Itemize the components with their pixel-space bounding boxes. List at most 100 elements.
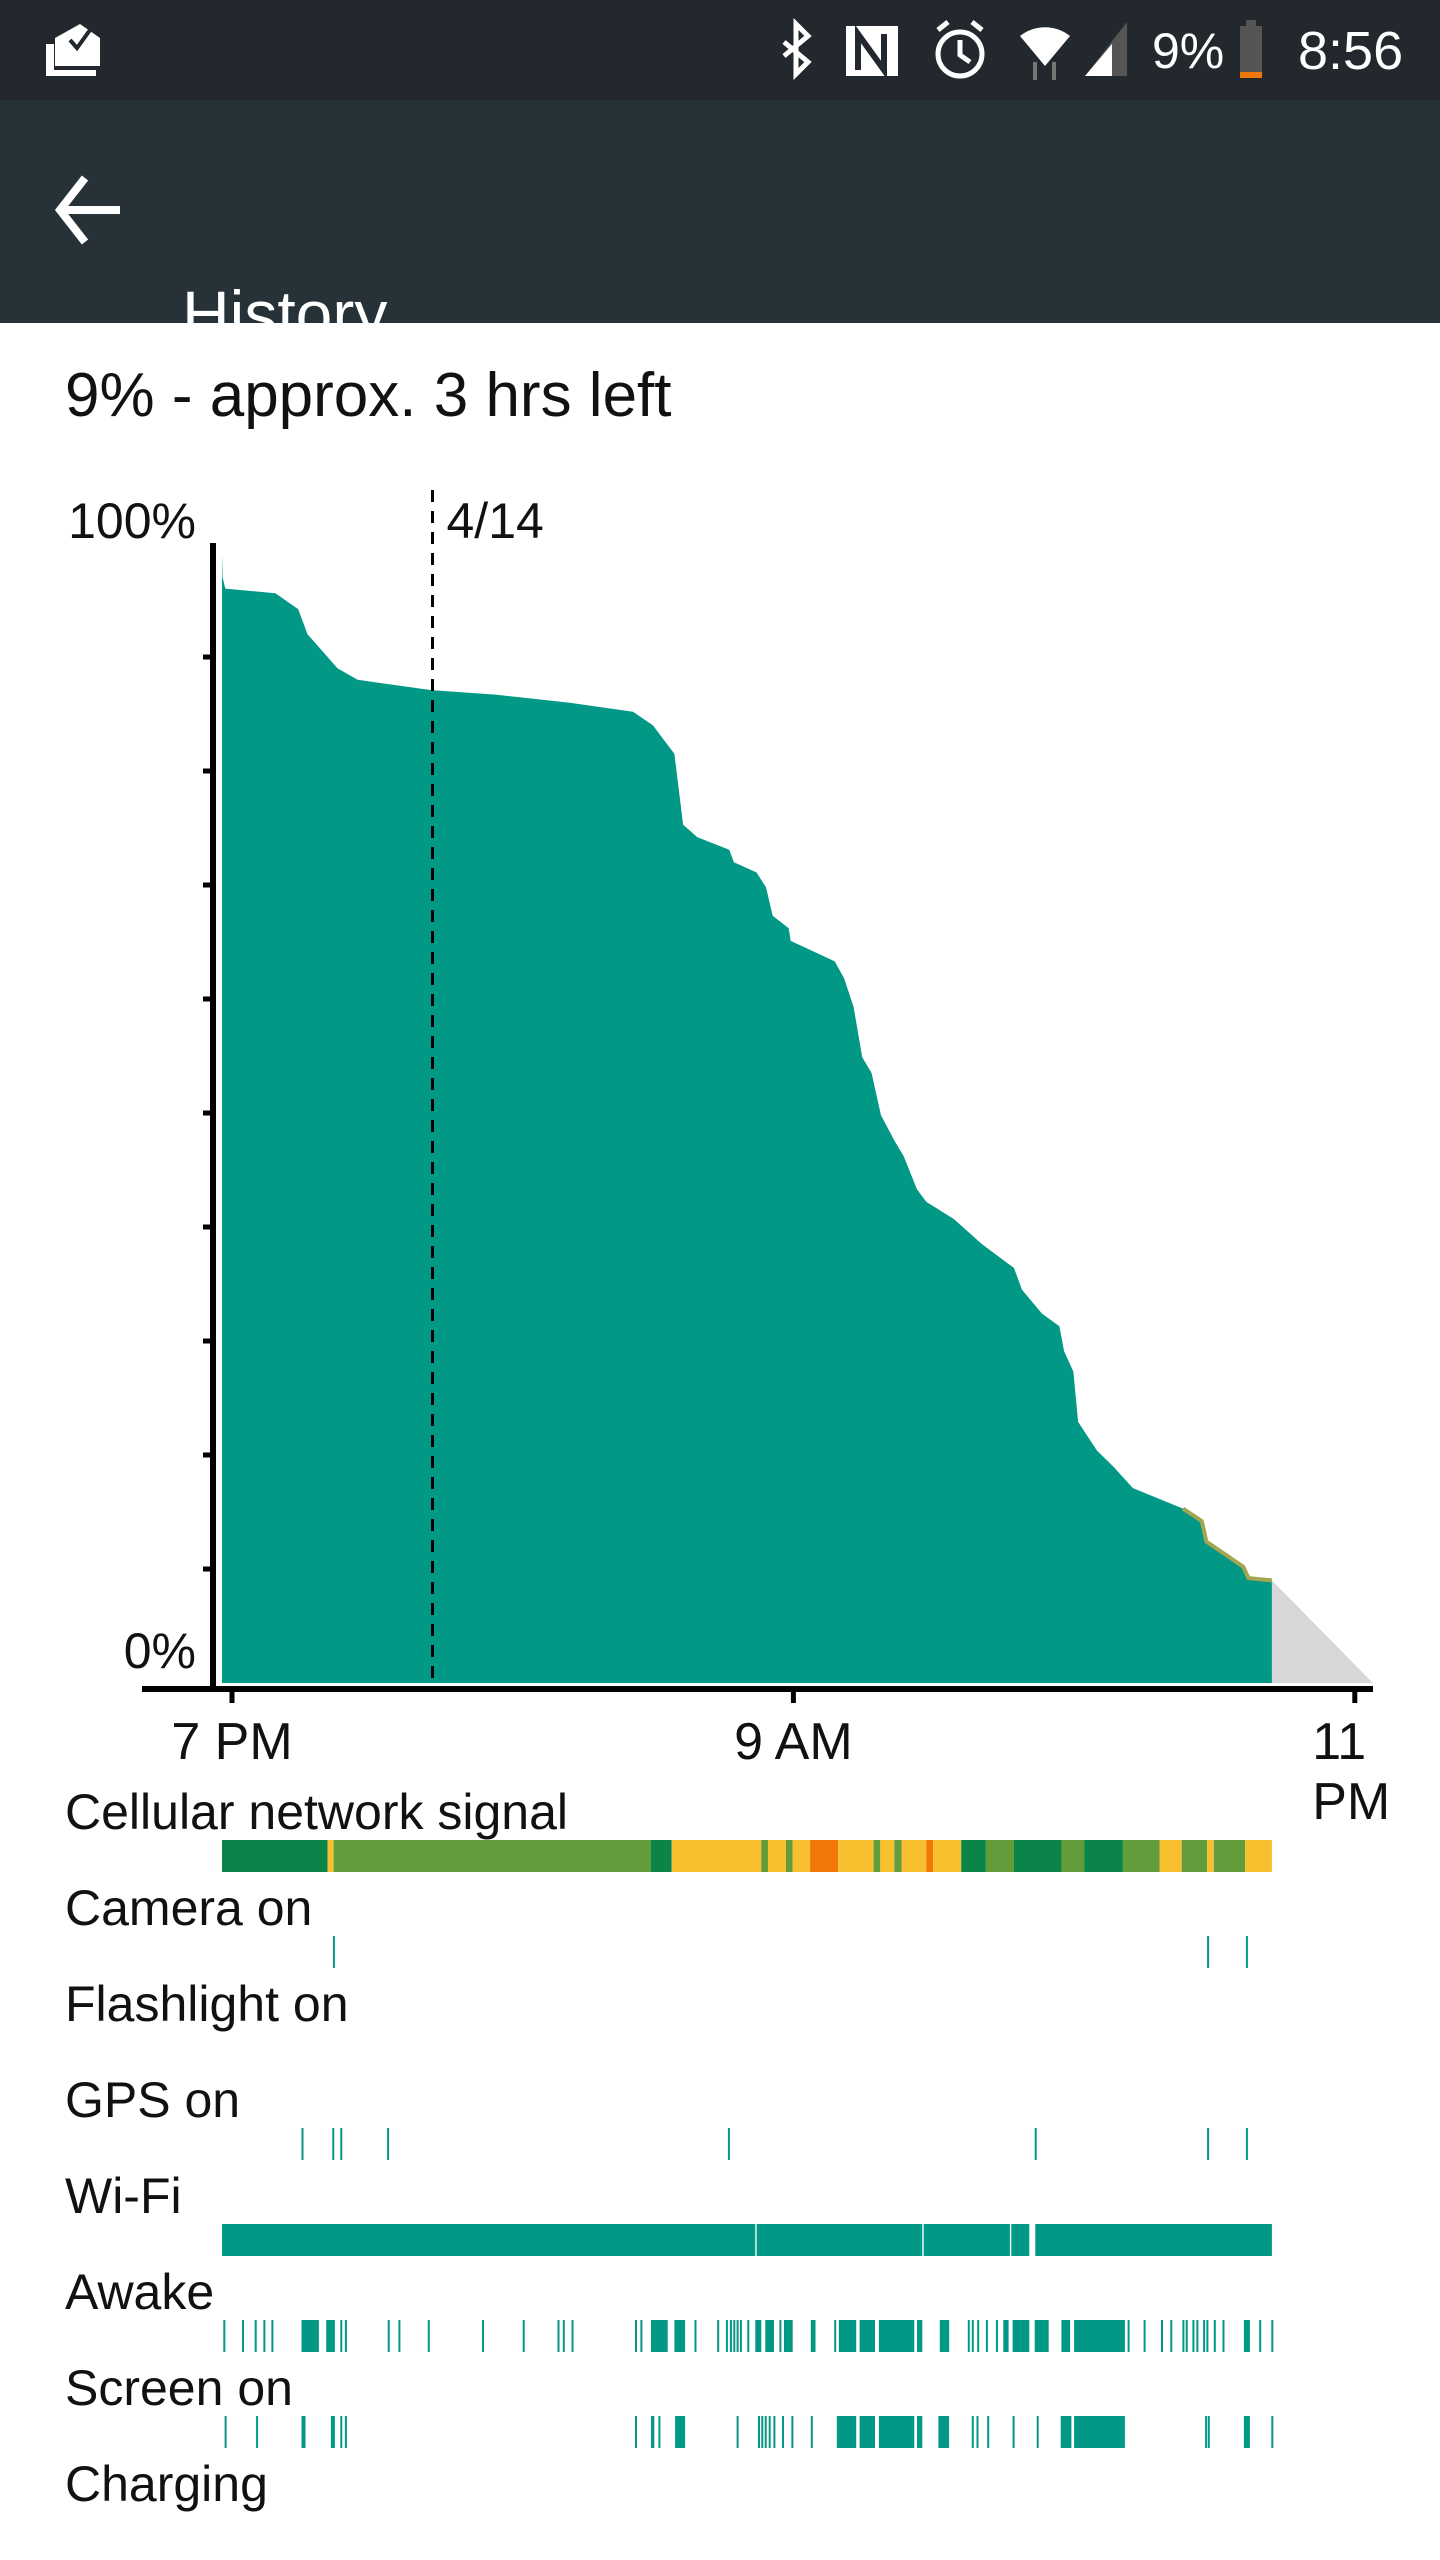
lane-segment (878, 2320, 915, 2352)
lane-segment (938, 2416, 950, 2448)
lane-segment (923, 2224, 1010, 2256)
lane-label-charging: Charging (65, 2456, 268, 2512)
lane-segment (333, 1840, 652, 1872)
lane-segment (939, 2320, 950, 2352)
date-marker-label: 4/14 (446, 493, 544, 549)
lane-segment (880, 1840, 895, 1872)
lane-segment (727, 2128, 730, 2160)
lane-segment (1203, 2320, 1206, 2352)
lane-segment (1074, 2416, 1125, 2448)
lane-segment (838, 1840, 874, 1872)
lane-segment (1207, 2128, 1210, 2160)
lane-segment (1213, 2320, 1216, 2352)
lane-segment (301, 2320, 319, 2352)
lane-segment (387, 2128, 390, 2160)
lane-segment (836, 2416, 857, 2448)
lane-segment (838, 2320, 857, 2352)
lane-segment (482, 2320, 484, 2352)
lane-segment (1143, 2320, 1146, 2352)
battery-level-area (221, 543, 1272, 1683)
lane-label-awake: Awake (65, 2264, 215, 2320)
lane-segment (747, 2320, 750, 2352)
lane-segment (1259, 2320, 1262, 2352)
lane-segment (733, 2320, 736, 2352)
y-label-bottom: 0% (123, 1623, 196, 1679)
lane-label-gps: GPS on (65, 2072, 241, 2128)
lane-segment (340, 2128, 343, 2160)
lane-label-camera: Camera on (65, 1880, 313, 1936)
lane-segment (1243, 2416, 1250, 2448)
lane-segment (1012, 2416, 1015, 2448)
lane-segment (522, 2320, 525, 2352)
lane-segment (344, 2416, 347, 2448)
lane-segment (859, 2416, 875, 2448)
lane-segment (571, 2320, 574, 2352)
lane-segment (1036, 2416, 1039, 2448)
lane-segment (340, 2320, 343, 2352)
lane-segment (878, 2416, 915, 2448)
lane-segment (256, 2416, 259, 2448)
x-tick-label: 11 PM (1312, 1713, 1391, 1831)
lane-segment (1205, 2416, 1208, 2448)
x-tick-label: 9 AM (734, 1713, 853, 1771)
battery-prediction-area (1271, 1580, 1373, 1683)
lane-segment (926, 1840, 934, 1872)
lane-segment (222, 1840, 328, 1872)
lane-segment (894, 1840, 902, 1872)
lane-segment (271, 2320, 274, 2352)
lane-segment (773, 2416, 776, 2448)
lane-segment (340, 2416, 343, 2448)
lane-segment (1061, 2320, 1071, 2352)
lane-segment (671, 1840, 762, 1872)
lane-segment (765, 2320, 774, 2352)
lane-segment (1170, 2320, 1173, 2352)
lane-segment (784, 2320, 793, 2352)
lane-segment (222, 2224, 756, 2256)
lane-segment (1245, 1936, 1248, 1968)
lane-segment (1213, 1840, 1246, 1872)
lane-segment (736, 2416, 739, 2448)
lane-segment (1159, 1840, 1182, 1872)
lane-segment (859, 2320, 875, 2352)
lane-segment (739, 2320, 742, 2352)
lane-segment (995, 2320, 998, 2352)
lane-segment (332, 2128, 335, 2160)
lane-segment (327, 1840, 334, 1872)
lane-segment (635, 2416, 637, 2448)
lane-segment (1012, 2320, 1030, 2352)
lane-segment (640, 2320, 643, 2352)
lane-segment (1207, 2416, 1210, 2448)
lane-segment (987, 2416, 990, 2448)
lane-label-screen: Screen on (65, 2360, 293, 2416)
lane-segment (651, 2320, 668, 2352)
lane-segment (326, 2320, 335, 2352)
lane-segment (301, 2128, 304, 2160)
lane-segment (725, 2320, 728, 2352)
lane-segment (675, 2416, 686, 2448)
lane-segment (557, 2320, 560, 2352)
lane-segment (223, 2320, 226, 2352)
lane-label-wifi: Wi-Fi (65, 2168, 182, 2224)
lane-segment (1034, 2128, 1037, 2160)
lane-segment (301, 2416, 306, 2448)
lane-segment (786, 1840, 793, 1872)
lane-segment (658, 2416, 661, 2448)
lane-segment (768, 2416, 771, 2448)
lane-segment (758, 2416, 760, 2448)
lane-segment (1245, 1840, 1272, 1872)
lane-segment (651, 2416, 655, 2448)
lane-segment (967, 2320, 970, 2352)
lane-segment (761, 1840, 768, 1872)
lane-segment (387, 2320, 390, 2352)
lane-segment (1245, 2128, 1248, 2160)
lane-segment (933, 1840, 962, 1872)
lane-segment (694, 2320, 697, 2352)
battery-history-chart (142, 490, 1373, 2448)
lane-segment (1207, 1936, 1210, 1968)
lane-segment (761, 2416, 764, 2448)
lane-segment (810, 2320, 816, 2352)
lane-segment (242, 2320, 244, 2352)
lane-segment (344, 2320, 347, 2352)
lane-segment (1243, 2320, 1250, 2352)
lane-segment (1271, 2416, 1274, 2448)
